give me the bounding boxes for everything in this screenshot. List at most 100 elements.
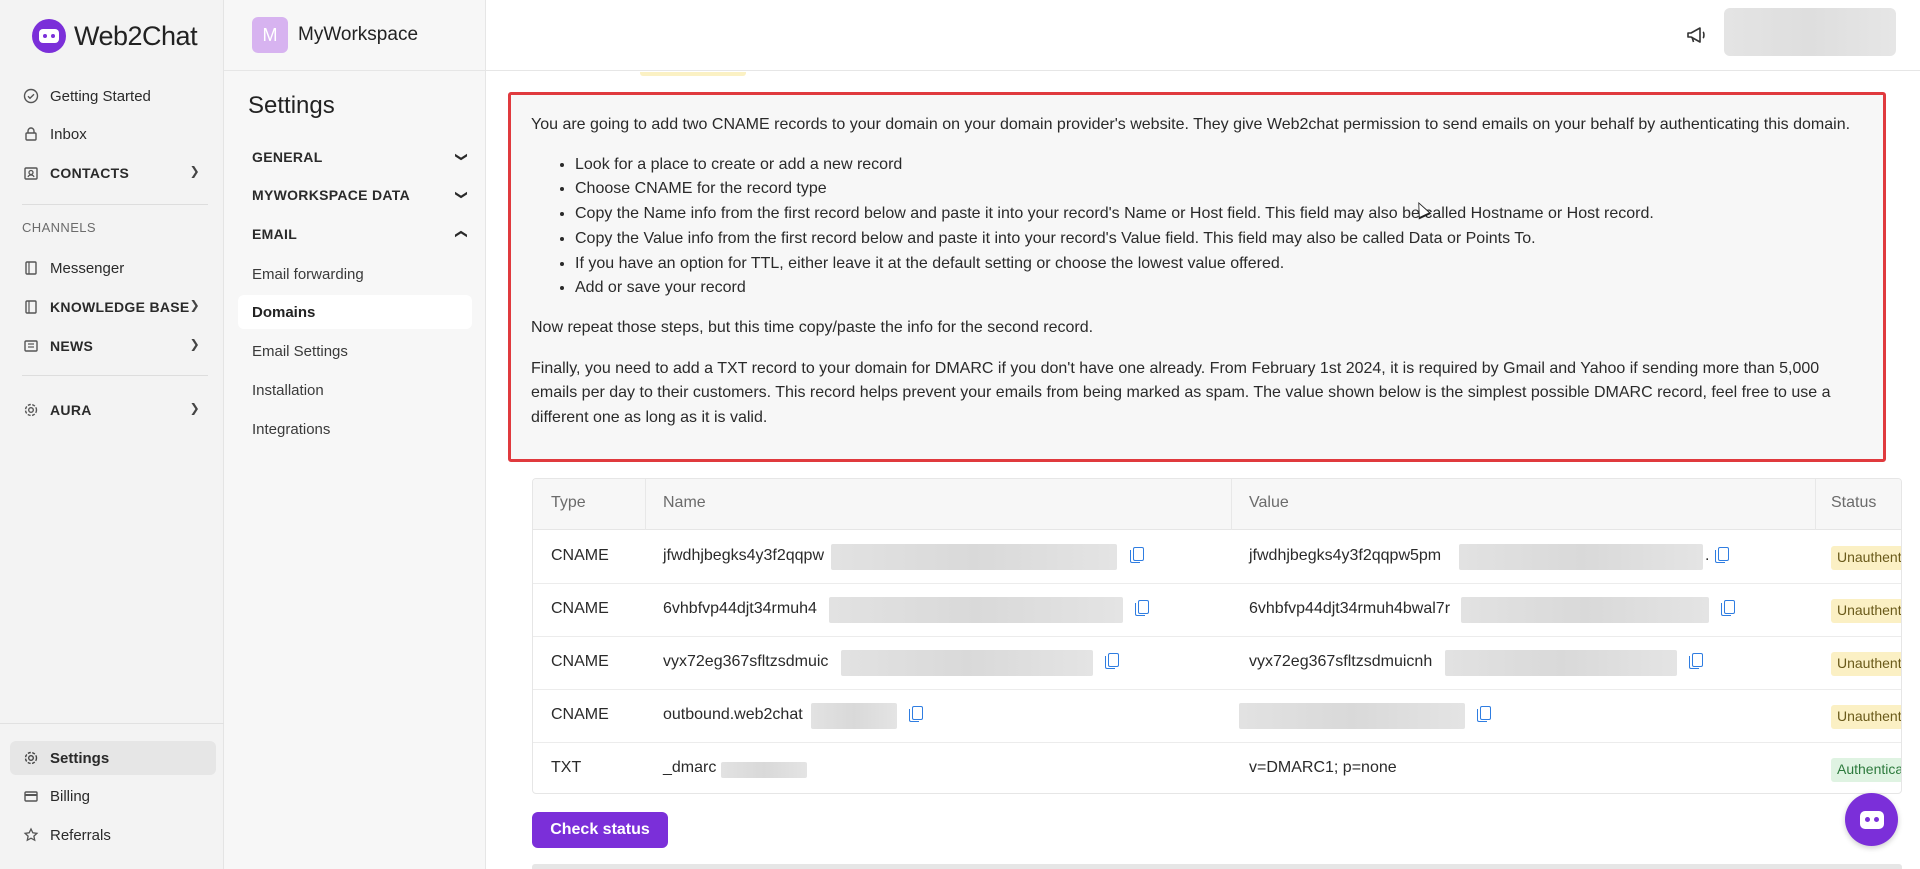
table-row: CNAME vyx72eg367sfltzsdmuic vyx72eg367sf… bbox=[533, 637, 1901, 690]
record-value: jfwdhjbegks4y3f2qqpw5pm bbox=[1249, 547, 1442, 564]
nav-divider bbox=[22, 375, 208, 376]
status-badge: Unauthenticated bbox=[1831, 652, 1901, 676]
status-badge: Unauthenticated bbox=[1831, 546, 1901, 570]
instructions-intro: You are going to add two CNAME records t… bbox=[531, 116, 1851, 133]
sub-label: Email Settings bbox=[252, 342, 348, 360]
table-row: TXT _dmarc v=DMARC1; p=none Authenticate… bbox=[533, 743, 1901, 793]
gear-icon bbox=[22, 401, 40, 419]
nav-label: Inbox bbox=[50, 125, 87, 143]
nav-divider bbox=[22, 204, 208, 205]
status-badge: Authenticated bbox=[1831, 758, 1901, 782]
dns-instructions: You are going to add two CNAME records t… bbox=[508, 92, 1886, 462]
table-row: CNAME 6vhbfvp44djt34rmuh4 6vhbfvp44djt34… bbox=[533, 584, 1901, 637]
list-item: If you have an option for TTL, either le… bbox=[575, 252, 1863, 277]
list-item: Look for a place to create or add a new … bbox=[575, 153, 1863, 178]
next-card-peek bbox=[532, 864, 1902, 869]
nav-label: Billing bbox=[50, 787, 91, 805]
record-name: _dmarc bbox=[663, 759, 717, 776]
chevron-down-icon: ❯ bbox=[189, 337, 200, 351]
table-row: CNAME outbound.web2chat Unauthenticated bbox=[533, 690, 1901, 743]
user-menu[interactable] bbox=[1724, 8, 1896, 56]
redacted-value bbox=[1445, 650, 1677, 676]
record-name: vyx72eg367sfltzsdmuic bbox=[663, 653, 829, 670]
nav-aura[interactable]: AURA ❯ bbox=[10, 393, 216, 427]
group-label: EMAIL bbox=[252, 226, 298, 242]
settings-installation[interactable]: Installation bbox=[238, 373, 472, 407]
chat-launcher-button[interactable] bbox=[1845, 793, 1898, 846]
redacted-name bbox=[841, 650, 1093, 676]
nav-messenger[interactable]: Messenger bbox=[10, 251, 216, 285]
nav-label: KNOWLEDGE BASE bbox=[50, 299, 190, 315]
redacted-name bbox=[721, 762, 807, 778]
nav-settings[interactable]: Settings bbox=[10, 741, 216, 775]
nav-billing[interactable]: Billing bbox=[10, 779, 216, 813]
chevron-down-icon: ❯ bbox=[454, 189, 469, 201]
chevron-up-icon: ❯ bbox=[452, 228, 467, 240]
sub-label: Domains bbox=[252, 303, 316, 321]
nav-label: Referrals bbox=[50, 826, 111, 844]
workspace-name: MyWorkspace bbox=[298, 24, 419, 45]
card-icon bbox=[22, 787, 40, 805]
check-status-button[interactable]: Check status bbox=[532, 812, 668, 848]
nav-referrals[interactable]: Referrals bbox=[10, 818, 216, 852]
chevron-down-icon: ❯ bbox=[454, 151, 469, 163]
chevron-down-icon: ❯ bbox=[189, 298, 200, 312]
copy-icon[interactable] bbox=[1477, 706, 1491, 722]
instructions-steps: Look for a place to create or add a new … bbox=[575, 153, 1863, 302]
nav-news[interactable]: NEWS ❯ bbox=[10, 329, 216, 363]
nav-contacts[interactable]: CONTACTS ❯ bbox=[10, 156, 216, 190]
list-item: Choose CNAME for the record type bbox=[575, 177, 1863, 202]
column-separator bbox=[1815, 479, 1816, 530]
settings-title: Settings bbox=[248, 92, 335, 119]
main-content: You are going to add two CNAME records t… bbox=[486, 72, 1920, 869]
nav-getting-started[interactable]: Getting Started bbox=[10, 79, 216, 113]
settings-group-email[interactable]: EMAIL ❯ bbox=[252, 226, 467, 242]
instructions-repeat: Now repeat those steps, but this time co… bbox=[531, 319, 1094, 337]
megaphone-icon[interactable] bbox=[1684, 22, 1710, 48]
check-circle-icon bbox=[22, 87, 40, 105]
record-type: TXT bbox=[551, 759, 582, 776]
nav-label: AURA bbox=[50, 402, 92, 418]
copy-icon[interactable] bbox=[1105, 653, 1119, 669]
nav-label: Settings bbox=[50, 749, 110, 767]
chevron-down-icon: ❯ bbox=[189, 401, 200, 415]
copy-icon[interactable] bbox=[909, 706, 923, 722]
settings-domains[interactable]: Domains bbox=[238, 295, 472, 329]
copy-icon[interactable] bbox=[1135, 600, 1149, 616]
sub-label: Integrations bbox=[252, 420, 331, 438]
copy-icon[interactable] bbox=[1689, 653, 1703, 669]
copy-icon[interactable] bbox=[1715, 547, 1729, 563]
lock-icon bbox=[22, 125, 40, 143]
settings-panel: M MyWorkspace Settings GENERAL ❯ MYWORKS… bbox=[224, 0, 486, 869]
nav-knowledge-base[interactable]: KNOWLEDGE BASE ❯ bbox=[10, 290, 216, 324]
settings-group-workspace-data[interactable]: MYWORKSPACE DATA ❯ bbox=[252, 187, 469, 203]
list-item: Copy the Name info from the first record… bbox=[575, 202, 1863, 227]
header-name: Name bbox=[663, 494, 706, 511]
header-value: Value bbox=[1249, 494, 1289, 511]
group-label: GENERAL bbox=[252, 149, 323, 165]
star-icon bbox=[22, 826, 40, 844]
status-badge: Unauthenticated bbox=[1831, 705, 1901, 729]
group-label: MYWORKSPACE DATA bbox=[252, 187, 411, 203]
redacted-name bbox=[829, 597, 1123, 623]
record-type: CNAME bbox=[551, 547, 609, 564]
nav-label: CONTACTS bbox=[50, 165, 130, 181]
settings-email-forwarding[interactable]: Email forwarding bbox=[238, 257, 472, 291]
workspace-avatar: M bbox=[252, 17, 288, 53]
settings-integrations[interactable]: Integrations bbox=[238, 412, 472, 446]
copy-icon[interactable] bbox=[1721, 600, 1735, 616]
list-item: Add or save your record bbox=[575, 276, 1863, 301]
settings-email-settings[interactable]: Email Settings bbox=[238, 334, 472, 368]
copy-icon[interactable] bbox=[1130, 547, 1144, 563]
settings-group-general[interactable]: GENERAL ❯ bbox=[252, 149, 469, 165]
redacted-name bbox=[831, 544, 1117, 570]
nav-inbox[interactable]: Inbox bbox=[10, 117, 216, 151]
app-logo[interactable]: Web2Chat bbox=[32, 16, 198, 56]
sub-label: Installation bbox=[252, 381, 324, 399]
workspace-switcher[interactable]: M MyWorkspace bbox=[224, 0, 486, 71]
record-value: 6vhbfvp44djt34rmuh4bwal7r bbox=[1249, 600, 1451, 617]
table-header: Type Name Value Status bbox=[533, 479, 1901, 530]
redacted-value bbox=[1239, 703, 1465, 729]
record-value: v=DMARC1; p=none bbox=[1249, 759, 1397, 776]
table-row: CNAME jfwdhjbegks4y3f2qqpw jfwdhjbegks4y… bbox=[533, 531, 1901, 584]
